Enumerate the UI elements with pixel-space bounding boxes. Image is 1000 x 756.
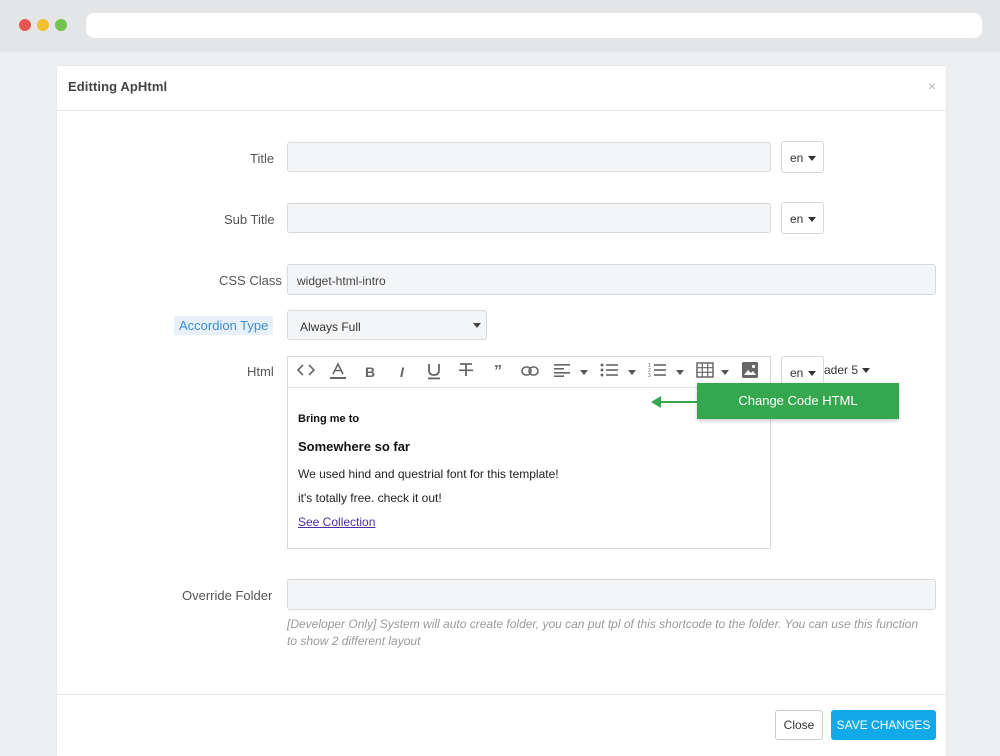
subtitle-language-dropdown[interactable]: en — [781, 202, 824, 234]
underline-icon[interactable] — [424, 362, 444, 382]
arrow-icon — [651, 396, 661, 408]
chevron-down-icon — [473, 323, 481, 328]
override-folder-input[interactable] — [287, 579, 936, 610]
link-icon[interactable] — [520, 362, 540, 382]
content-heading-small: Bring me to — [298, 413, 360, 425]
chevron-down-icon[interactable] — [862, 368, 870, 373]
accordion-type-label: Accordion Type — [174, 316, 274, 335]
numbered-list-icon[interactable]: 123 — [647, 362, 667, 382]
title-language-dropdown[interactable]: en — [781, 141, 824, 173]
browser-chrome — [0, 0, 1000, 52]
content-heading: Somewhere so far — [298, 439, 410, 454]
content-paragraph: it's totally free. check it out! — [298, 491, 442, 505]
css-class-label: CSS Class — [219, 273, 282, 288]
font-color-icon[interactable] — [328, 362, 348, 382]
override-folder-help-text: [Developer Only] System will auto create… — [287, 617, 919, 648]
chevron-down-icon[interactable] — [676, 370, 684, 375]
image-icon[interactable] — [740, 362, 760, 382]
window-maximize-dot[interactable] — [55, 19, 67, 31]
close-button[interactable]: Close — [775, 710, 823, 740]
subtitle-input[interactable] — [287, 203, 771, 233]
strikethrough-icon[interactable] — [456, 362, 476, 382]
content-paragraph: We used hind and questrial font for this… — [298, 467, 559, 481]
italic-icon[interactable]: I — [392, 362, 412, 382]
change-code-html-callout: Change Code HTML — [697, 383, 899, 419]
title-input[interactable] — [287, 142, 771, 172]
table-icon[interactable] — [695, 362, 715, 382]
quote-icon[interactable]: ” — [488, 362, 508, 382]
chevron-down-icon — [808, 371, 816, 376]
align-icon[interactable] — [552, 362, 572, 382]
bold-icon[interactable]: B — [360, 362, 380, 382]
window-close-dot[interactable] — [19, 19, 31, 31]
subtitle-label: Sub Title — [224, 212, 275, 227]
footer-divider — [57, 694, 946, 695]
html-label: Html — [247, 364, 274, 379]
address-bar[interactable] — [86, 13, 982, 38]
bullet-list-icon[interactable] — [599, 362, 619, 382]
callout-arrow-line — [661, 401, 697, 403]
title-label: Title — [250, 151, 275, 166]
chevron-down-icon — [808, 217, 816, 222]
modal-header: Editting ApHtml × — [57, 66, 946, 111]
modal-title: Editting ApHtml — [68, 79, 168, 94]
chevron-down-icon[interactable] — [580, 370, 588, 375]
heading-format-select[interactable]: ader 5 — [824, 363, 858, 377]
css-class-input[interactable]: widget-html-intro — [287, 264, 936, 295]
close-icon[interactable]: × — [928, 78, 936, 94]
accordion-type-select[interactable]: Always Full — [287, 310, 487, 340]
chevron-down-icon — [808, 156, 816, 161]
edit-modal: Editting ApHtml × Title en Sub Title en … — [57, 66, 946, 756]
svg-text:3: 3 — [648, 373, 651, 378]
chevron-down-icon[interactable] — [628, 370, 636, 375]
window-minimize-dot[interactable] — [37, 19, 49, 31]
see-collection-link[interactable]: See Collection — [298, 515, 375, 529]
code-icon[interactable] — [296, 362, 316, 382]
override-folder-label: Override Folder — [182, 588, 273, 603]
save-changes-button[interactable]: SAVE CHANGES — [831, 710, 936, 740]
chevron-down-icon[interactable] — [721, 370, 729, 375]
